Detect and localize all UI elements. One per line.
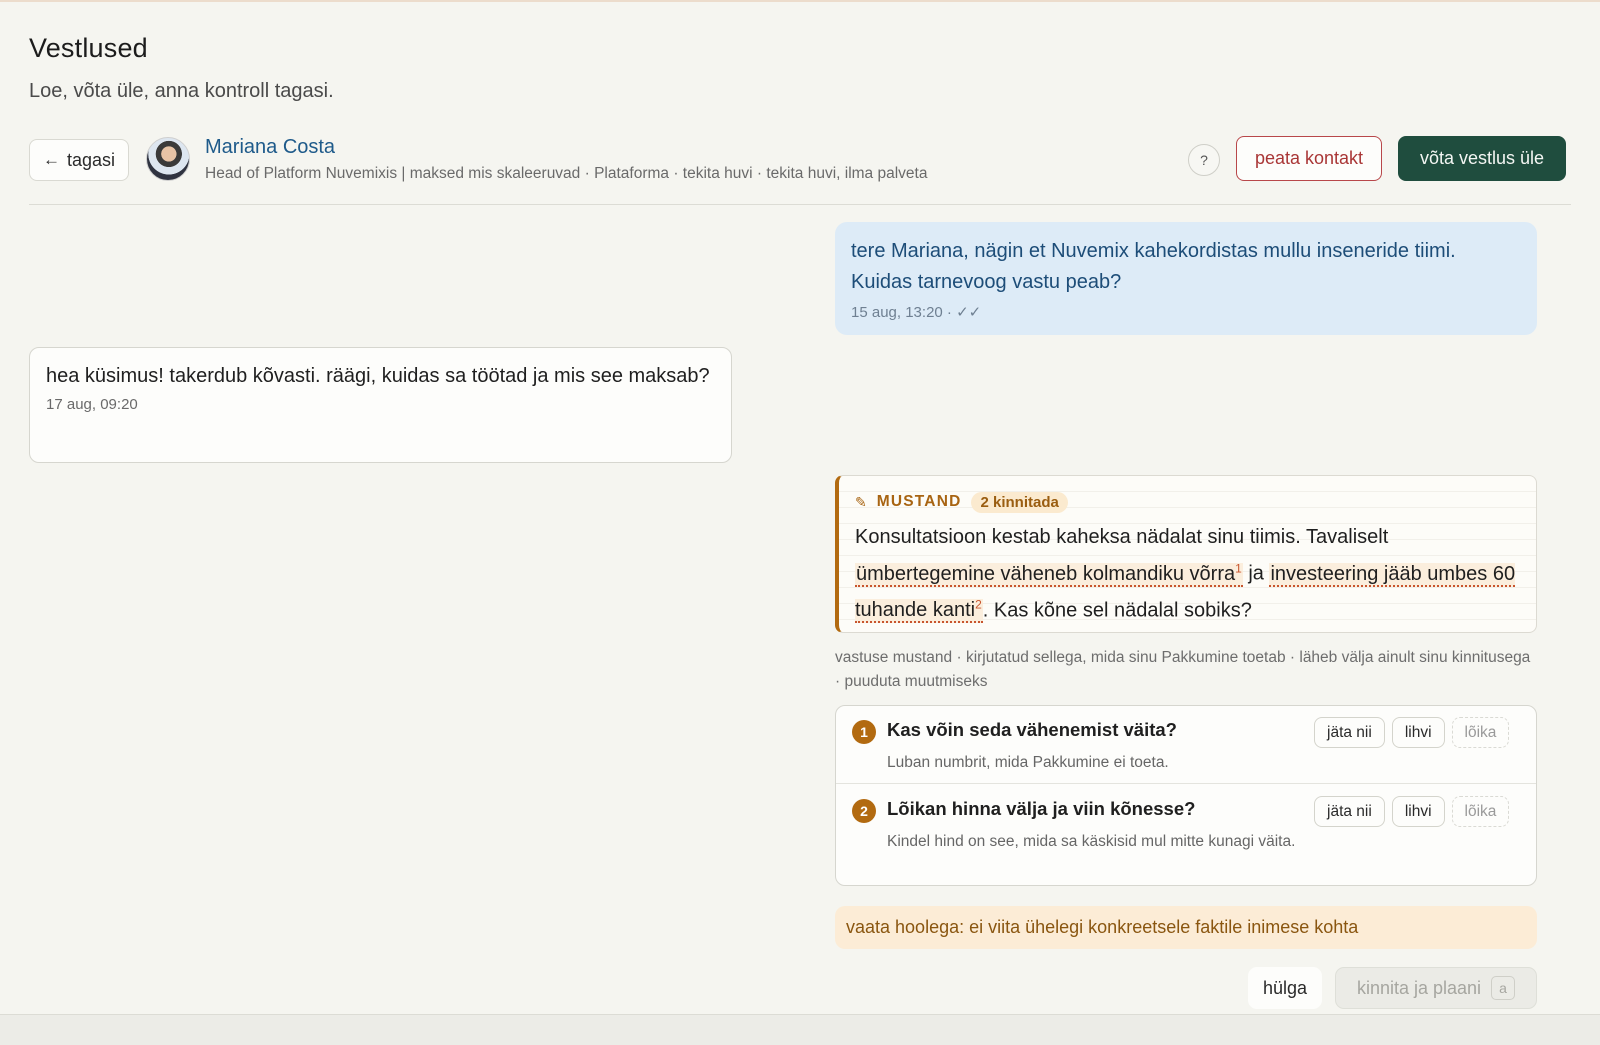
question-actions: jäta nii lihvi lõika — [1314, 796, 1510, 827]
message-incoming: hea küsimus! takerdub kõvasti. räägi, ku… — [29, 347, 732, 463]
confirmation-questions: 1 Kas võin seda vähenemist väita? Luban … — [835, 705, 1537, 886]
keep-button[interactable]: jäta nii — [1314, 796, 1385, 827]
avatar — [146, 137, 190, 181]
message-outgoing: tere Mariana, nägin et Nuvemix kahekordi… — [835, 222, 1537, 335]
draft-text-after: . Kas kõne sel nädalal sobiks? — [982, 599, 1252, 622]
message-meta: 15 aug, 13:20 · ✓✓ — [851, 304, 982, 321]
draft-text-before: Konsultatsioon kestab kaheksa nädalat si… — [855, 526, 1389, 548]
question-item: 2 Lõikan hinna välja ja viin kõnesse? Ki… — [836, 785, 1536, 885]
bottom-strip — [0, 1014, 1600, 1045]
arrow-left-icon: ← — [42, 150, 60, 169]
page-title: Vestlused — [29, 33, 148, 63]
conversation-header: ← tagasi Mariana Costa Head of Platform … — [29, 136, 1571, 182]
draft-text-between: ja — [1242, 562, 1270, 585]
stop-contact-button[interactable]: peata kontakt — [1236, 136, 1382, 181]
question-number: 1 — [852, 720, 876, 744]
back-label: tagasi — [66, 149, 116, 170]
question-number: 2 — [852, 799, 876, 823]
polish-button[interactable]: lihvi — [1391, 717, 1445, 748]
message-text: tere Mariana, nägin et Nuvemix kahekordi… — [851, 240, 1456, 293]
take-over-button[interactable]: võta vestlus üle — [1398, 136, 1566, 181]
draft-reply-card[interactable]: ✎ MUSTAND 2 kinnitada Konsultatsioon kes… — [835, 475, 1537, 633]
message-text: hea küsimus! takerdub kõvasti. räägi, ku… — [46, 365, 710, 387]
keep-button[interactable]: jäta nii — [1314, 717, 1385, 748]
help-button[interactable]: ? — [1188, 144, 1220, 176]
contact-name[interactable]: Mariana Costa — [205, 136, 335, 159]
contact-meta: Head of Platform Nuvemixis | maksed mis … — [205, 165, 928, 182]
question-title: Kas võin seda vähenemist väita? — [887, 719, 1177, 740]
question-title: Lõikan hinna välja ja viin kõnesse? — [887, 798, 1196, 819]
claim-highlight-1[interactable]: ümbertegemine väheneb kolmandiku võrra1 — [855, 561, 1243, 587]
review-warning: vaata hoolega: ei viita ühelegi konkreet… — [835, 906, 1537, 949]
cut-button[interactable]: lõika — [1451, 717, 1510, 748]
draft-note: vastuse mustand · kirjutatud sellega, mi… — [835, 649, 1531, 690]
draft-label: MUSTAND — [876, 493, 962, 510]
back-button[interactable]: ← tagasi — [29, 139, 129, 181]
confirm-count-badge: 2 kinnitada — [971, 491, 1068, 513]
page-subtitle: Loe, võta üle, anna kontroll tagasi. — [29, 80, 334, 102]
polish-button[interactable]: lihvi — [1391, 796, 1445, 827]
question-description: Kindel hind on see, mida sa käskisid mul… — [887, 833, 1296, 850]
question-item: 1 Kas võin seda vähenemist väita? Luban … — [836, 706, 1536, 784]
draft-text[interactable]: Konsultatsioon kestab kaheksa nädalat si… — [855, 522, 1520, 626]
cut-button[interactable]: lõika — [1451, 796, 1510, 827]
top-accent-line — [0, 0, 1600, 2]
confirm-schedule-button[interactable]: kinnita ja plaani a — [1335, 967, 1537, 1009]
claim-ref-1: 1 — [1235, 561, 1242, 575]
claim-text-1: ümbertegemine väheneb kolmandiku võrra — [856, 562, 1236, 585]
claim-ref-2: 2 — [975, 597, 982, 612]
reject-button[interactable]: hülga — [1248, 967, 1322, 1009]
confirm-schedule-label: kinnita ja plaani — [1356, 977, 1482, 998]
header-divider — [29, 204, 1571, 205]
keyboard-shortcut-hint: a — [1491, 976, 1516, 1000]
question-actions: jäta nii lihvi lõika — [1314, 717, 1510, 748]
draft-header: ✎ MUSTAND 2 kinnitada — [855, 490, 1520, 514]
question-description: Luban numbrit, mida Pakkumine ei toeta. — [887, 754, 1169, 771]
pencil-icon: ✎ — [855, 493, 867, 510]
message-meta: 17 aug, 09:20 — [46, 396, 138, 413]
